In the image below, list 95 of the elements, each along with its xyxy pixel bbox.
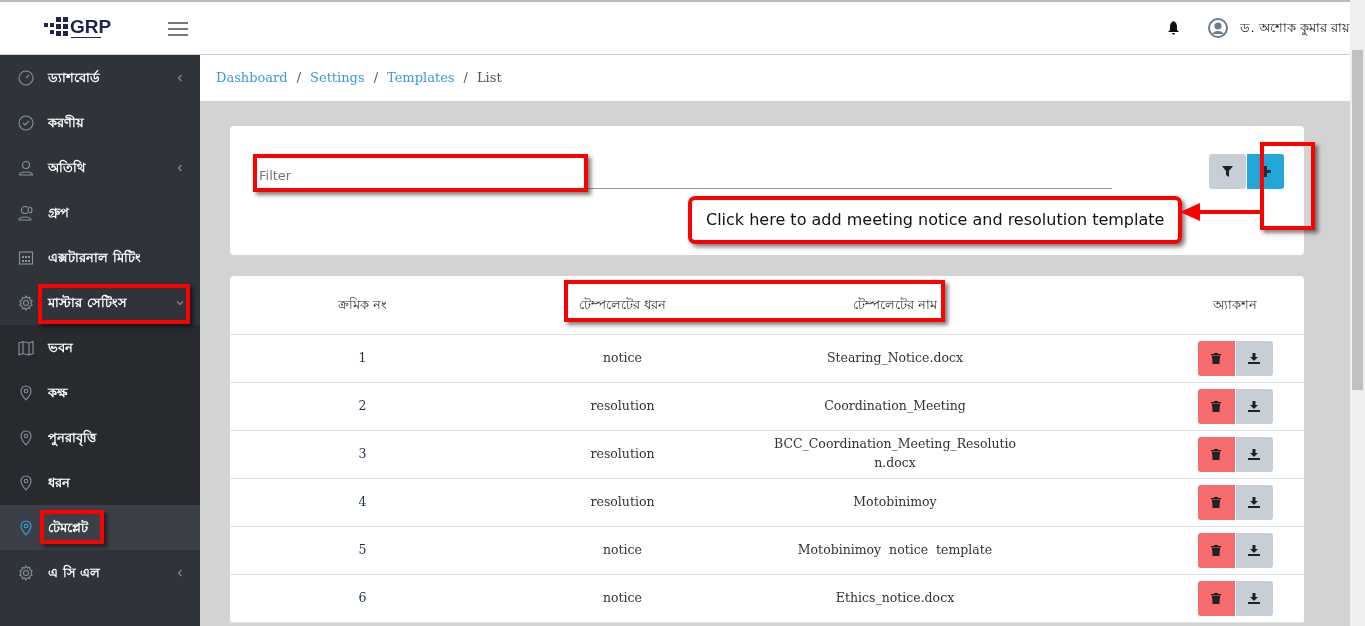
gear-icon	[18, 294, 34, 311]
sidebar-item[interactable]: ড্যাশবোর্ড	[0, 55, 200, 100]
delete-button[interactable]	[1197, 436, 1235, 472]
sidebar-label: ধরন	[48, 473, 70, 492]
table-cell-text: Motobinimoy notice template	[796, 540, 994, 559]
column-header: টেম্পলেটের নাম	[750, 278, 1040, 334]
download-icon	[1248, 448, 1260, 460]
download-icon	[1248, 400, 1260, 412]
sidebar-label: গ্রুপ	[48, 203, 69, 222]
sidebar-item[interactable]: এ সি এল	[0, 550, 200, 595]
sidebar-label: কক্ষ	[48, 383, 68, 402]
table-cell-text: Motobinimoy	[852, 492, 938, 511]
trash-icon	[1211, 400, 1221, 412]
table-cell-text: Coordination_Meeting	[823, 396, 967, 415]
download-icon	[1248, 496, 1260, 508]
delete-button[interactable]	[1197, 532, 1235, 568]
download-button[interactable]	[1235, 484, 1273, 520]
delete-button[interactable]	[1197, 340, 1235, 376]
breadcrumb-separator: /	[296, 69, 302, 88]
gear-icon	[18, 564, 34, 581]
sidebar-item[interactable]: অতিথি	[0, 145, 200, 190]
table-cell: resolution	[495, 382, 750, 430]
check-circle-icon	[18, 114, 34, 131]
sidebar-label: টেমপ্লেট	[48, 518, 88, 537]
table-cell: notice	[495, 526, 750, 574]
gauge-icon	[18, 69, 34, 86]
avatar-icon[interactable]	[1208, 18, 1229, 38]
person-icon	[18, 159, 34, 176]
sidebar-item[interactable]: মাস্টার সেটিংস	[0, 280, 200, 325]
trash-icon	[1211, 448, 1221, 460]
table-cell: 1	[230, 334, 495, 382]
download-icon	[1248, 544, 1260, 556]
download-icon	[1248, 592, 1260, 604]
callout-note: Click here to add meeting notice and resolution template	[688, 196, 1183, 244]
sidebar-item[interactable]: এক্সটারনাল মিটিং	[0, 235, 200, 280]
breadcrumb-separator: /	[373, 69, 378, 88]
table-cell-text: Ethics_notice.docx	[834, 588, 956, 607]
location-pin-icon	[18, 384, 34, 401]
sidebar-item[interactable]: করণীয়	[0, 100, 200, 145]
sidebar-label: এক্সটারনাল মিটিং	[48, 248, 141, 267]
table-cell: 6	[230, 574, 495, 622]
annotation-box	[40, 510, 104, 544]
sidebar-label: অতিথি	[48, 158, 85, 177]
download-button[interactable]	[1235, 532, 1273, 568]
sidebar-label: এ সি এল	[48, 563, 101, 582]
table-cell: 4	[230, 478, 495, 526]
table-cell: notice	[495, 574, 750, 622]
scrollbar[interactable]	[1350, 0, 1365, 626]
trash-icon	[1211, 592, 1221, 604]
download-icon	[1248, 352, 1260, 364]
column-header: অ্যাকশন	[1040, 278, 1304, 334]
breadcrumb-separator: /	[463, 69, 468, 88]
trash-icon	[1211, 352, 1221, 364]
people-icon	[18, 204, 34, 221]
sidebar-label: পুনরাবৃত্তি	[48, 428, 96, 448]
logo-drawing: GRP	[44, 15, 116, 41]
table-cell: 3	[230, 430, 495, 478]
delete-button[interactable]	[1197, 484, 1235, 520]
sidebar-item[interactable]: কক্ষ	[0, 370, 200, 415]
table-cell-text: BCC_Coordination_Meeting_Resolution.docx	[773, 435, 1017, 472]
column-header: ক্রমিক নং	[230, 278, 495, 334]
table-cell: resolution	[495, 478, 750, 526]
table-cell: resolution	[495, 430, 750, 478]
delete-button[interactable]	[1197, 580, 1235, 616]
column-header: টেম্পলেটের ধরন	[495, 278, 750, 334]
map-icon	[18, 339, 34, 356]
breadcrumb-current: List	[476, 69, 502, 88]
download-button[interactable]	[1235, 340, 1273, 376]
sidebar-label: ভবন	[48, 338, 73, 357]
sidebar-item[interactable]: টেমপ্লেট	[0, 505, 200, 550]
sidebar-label: ড্যাশবোর্ড	[48, 68, 100, 87]
sidebar-item[interactable]: গ্রুপ	[0, 190, 200, 235]
sidebar-label: মাস্টার সেটিংস	[48, 293, 127, 312]
bell-icon[interactable]	[1167, 21, 1181, 35]
table-cell: notice	[495, 334, 750, 382]
table-cell-text: Stearing_Notice.docx	[825, 348, 965, 367]
location-pin-icon	[18, 429, 34, 446]
location-pin-icon	[18, 474, 34, 491]
download-button[interactable]	[1235, 436, 1273, 472]
download-button[interactable]	[1235, 388, 1273, 424]
trash-icon	[1211, 496, 1221, 508]
sidebar-item[interactable]: পুনরাবৃত্তি	[0, 415, 200, 460]
location-pin-icon	[18, 519, 34, 536]
download-button[interactable]	[1235, 580, 1273, 616]
table-cell: 5	[230, 526, 495, 574]
sidebar-item[interactable]: ভবন	[0, 325, 200, 370]
filter-icon	[1222, 166, 1233, 177]
sidebar-label: করণীয়	[48, 113, 84, 132]
trash-icon	[1211, 544, 1221, 556]
user-name[interactable]: ড. অশোক কুমার রায়	[1240, 18, 1350, 38]
filter-button[interactable]	[1209, 154, 1246, 189]
delete-button[interactable]	[1197, 388, 1235, 424]
table-cell: 2	[230, 382, 495, 430]
sidebar-item[interactable]: ধরন	[0, 460, 200, 505]
calendar-icon	[18, 249, 34, 266]
